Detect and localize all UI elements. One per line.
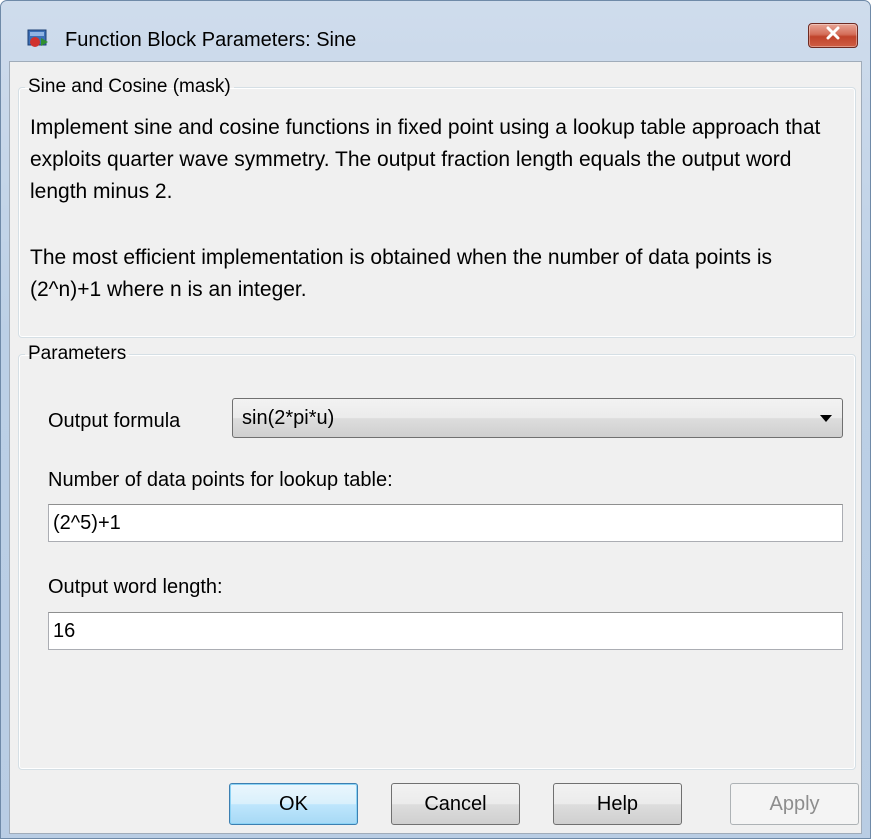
dialog-client-area: Sine and Cosine (mask) Implement sine an… <box>9 61 862 834</box>
chevron-down-icon <box>820 415 832 422</box>
parameters-group-legend: Parameters <box>28 343 127 364</box>
simulink-block-icon <box>27 28 49 50</box>
title-bar[interactable]: Function Block Parameters: Sine <box>1 1 870 51</box>
word-length-label: Output word length: <box>48 576 223 598</box>
output-formula-value: sin(2*pi*u) <box>242 407 335 429</box>
apply-button[interactable]: Apply <box>730 783 859 825</box>
close-x-icon <box>825 26 841 45</box>
close-button[interactable] <box>808 23 858 48</box>
mask-efficiency-note: The most efficient implementation is obt… <box>30 246 773 301</box>
dialog-window: Function Block Parameters: Sine Sine and… <box>0 0 871 839</box>
data-points-label: Number of data points for lookup table: <box>48 469 393 491</box>
cancel-button[interactable]: Cancel <box>391 783 520 825</box>
ok-button[interactable]: OK <box>229 783 358 825</box>
output-formula-label: Output formula <box>48 410 181 432</box>
mask-group-legend: Sine and Cosine (mask) <box>28 76 231 97</box>
output-formula-dropdown[interactable]: sin(2*pi*u) <box>232 398 843 438</box>
help-button[interactable]: Help <box>553 783 682 825</box>
window-title: Function Block Parameters: Sine <box>65 29 357 51</box>
mask-description-text: Implement sine and cosine functions in f… <box>30 116 821 203</box>
data-points-input[interactable]: (2^5)+1 <box>48 504 843 542</box>
word-length-input[interactable]: 16 <box>48 612 843 650</box>
